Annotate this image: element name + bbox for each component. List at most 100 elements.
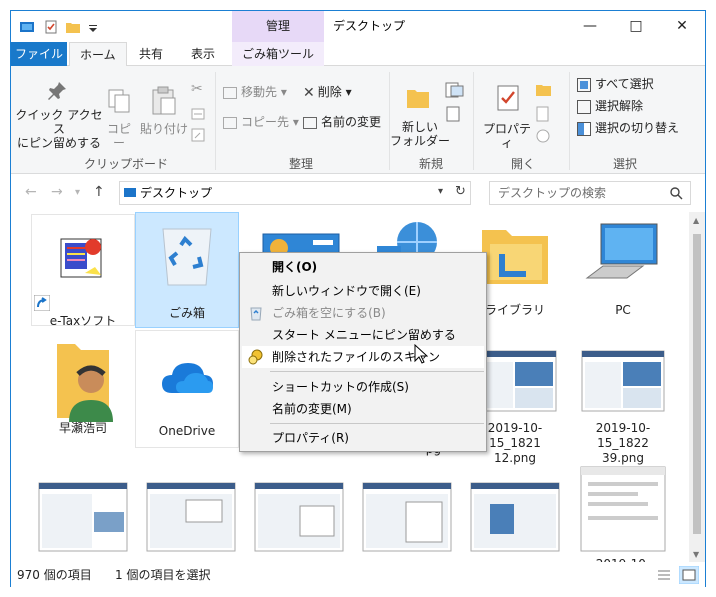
item-label: 2019-10-15_1822 39.png [595, 421, 651, 465]
screenshot-thumbnail-icon [362, 482, 452, 552]
menu-item-create-shortcut[interactable]: ショートカットの作成(S) [242, 376, 484, 398]
tab-file[interactable]: ファイル [11, 42, 67, 66]
title-bar: 管理 デスクトップ — □ ✕ [11, 11, 705, 42]
screenshot-thumbnail-icon [470, 482, 560, 552]
large-icons-view-icon[interactable] [679, 566, 699, 584]
list-item[interactable]: 2019-10-15_1824 [139, 468, 243, 562]
menu-separator [270, 423, 484, 424]
list-item[interactable]: 2019-10-15_1827 [571, 462, 675, 562]
open-icon[interactable] [535, 82, 555, 98]
history-icon[interactable] [535, 128, 551, 144]
move-to-icon [223, 86, 237, 99]
edit-icon[interactable] [535, 106, 551, 122]
window-title: デスクトップ [333, 19, 406, 33]
forward-arrow-icon[interactable]: → [51, 184, 63, 200]
details-view-icon[interactable] [657, 569, 671, 581]
copy-path-icon[interactable] [191, 108, 205, 120]
cut-icon[interactable]: ✂ [191, 82, 203, 96]
up-arrow-icon[interactable]: ↑ [93, 184, 105, 200]
tab-home[interactable]: ホーム [69, 42, 127, 67]
scroll-down-icon[interactable]: ▼ [693, 550, 699, 559]
address-dropdown-icon[interactable]: ▾ [438, 186, 443, 197]
tab-view[interactable]: 表示 [181, 42, 225, 66]
item-label: ごみ箱 [168, 306, 205, 320]
context-menu: 開く(O) 新しいウィンドウで開く(E) ごみ箱を空にする(B) スタート メニ… [239, 252, 487, 452]
vertical-scrollbar[interactable]: ▲ ▼ [689, 212, 705, 562]
minimize-button[interactable]: — [567, 11, 613, 42]
ribbon-separator [473, 72, 474, 170]
refresh-icon[interactable]: ↻ [455, 184, 466, 199]
shortcut-arrow-icon [34, 295, 50, 311]
menu-item-rename[interactable]: 名前の変更(M) [242, 398, 484, 420]
list-item[interactable]: e-Taxソフト [31, 214, 135, 328]
properties-icon [497, 85, 519, 111]
select-group-label: 選択 [612, 157, 637, 171]
copy-button[interactable]: コピー [103, 122, 135, 150]
rename-button[interactable]: 名前の変更 [303, 112, 381, 132]
maximize-button[interactable]: □ [613, 11, 659, 42]
properties-button[interactable]: プロパティ [479, 122, 535, 150]
screenshot-thumbnail-icon [580, 466, 666, 552]
item-label: 2019-10-15_1823 [31, 561, 135, 562]
organize-group-label: 整理 [288, 157, 313, 171]
ribbon: クイック アクセス にピン留めする コピー 貼り付け ✂ クリップボード 移動先… [11, 66, 705, 174]
window-icon[interactable] [19, 19, 35, 35]
menu-item-properties[interactable]: プロパティ(R) [242, 427, 484, 449]
list-item[interactable]: 2019-10-15_1822 39.png [571, 330, 675, 465]
close-button[interactable]: ✕ [659, 11, 705, 42]
paste-button[interactable]: 貼り付け [139, 122, 189, 136]
copy-to-icon [223, 116, 237, 129]
status-bar: 970 個の項目 1 個の項目を選択 [11, 563, 705, 587]
new-item-icon[interactable] [445, 82, 465, 98]
pc-icon [585, 223, 658, 279]
delete-x-icon: ✕ [303, 84, 315, 101]
select-none-icon [577, 99, 591, 114]
list-item[interactable]: 早瀬浩司 [31, 330, 135, 448]
menu-item-empty-recycle-bin[interactable]: ごみ箱を空にする(B) [242, 302, 484, 324]
pin-quick-access-button[interactable]: クイック アクセス にピン留めする [15, 108, 103, 150]
empty-recycle-bin-icon [250, 307, 262, 321]
search-input[interactable]: デスクトップの検索 [489, 181, 691, 205]
tab-recycle-bin-tools[interactable]: ごみ箱ツール [232, 42, 324, 66]
scrollbar-thumb[interactable] [693, 234, 701, 534]
recent-locations-icon[interactable]: ▾ [75, 187, 80, 198]
list-item[interactable]: 2019-10-15_1825 [355, 468, 459, 562]
scroll-up-icon[interactable]: ▲ [693, 216, 699, 225]
menu-item-pin-start[interactable]: スタート メニューにピン留めする [242, 324, 484, 346]
address-input[interactable]: デスクトップ ▾ ↻ [119, 181, 471, 205]
select-none-button[interactable]: 選択解除 [577, 96, 643, 116]
customize-qat-icon[interactable] [85, 19, 101, 35]
menu-separator [270, 371, 484, 372]
delete-button[interactable]: ✕ 削除 ▾ [303, 82, 352, 102]
list-item[interactable]: 2019-10-15_1824 [247, 468, 351, 562]
menu-item-scan-deleted-files[interactable]: 削除されたファイルのスキャン [242, 346, 484, 368]
address-bar-row: ← → ▾ ↑ デスクトップ ▾ ↻ デスクトップの検索 [11, 174, 705, 212]
item-label: e-Taxソフト [49, 314, 117, 328]
list-item[interactable]: 2019-10-15_1823 [31, 468, 135, 562]
invert-selection-button[interactable]: 選択の切り替え [577, 118, 679, 138]
ribbon-tabs: ファイル ホーム 共有 表示 ごみ箱ツール [11, 42, 705, 67]
list-item[interactable]: ごみ箱 [135, 212, 239, 328]
manage-context-tab[interactable]: 管理 [232, 11, 324, 42]
copy-to-button[interactable]: コピー先 ▾ [223, 112, 299, 132]
list-item[interactable]: PC [571, 214, 675, 328]
list-item[interactable]: OneDrive [135, 330, 239, 448]
select-all-button[interactable]: すべて選択 [577, 74, 654, 94]
item-label: 2019-10-15_1826 [463, 561, 567, 562]
paste-shortcut-icon[interactable] [191, 128, 205, 142]
search-placeholder: デスクトップの検索 [498, 186, 607, 200]
screenshot-thumbnail-icon [38, 482, 128, 552]
move-to-button[interactable]: 移動先 ▾ [223, 82, 287, 102]
back-arrow-icon[interactable]: ← [25, 184, 37, 200]
tab-share[interactable]: 共有 [129, 42, 173, 66]
list-item[interactable]: 2019-10-15_1826 [463, 468, 567, 562]
item-label: 2019-10-15_1824 [139, 561, 243, 562]
copy-icon [108, 89, 130, 113]
new-folder-quick-icon[interactable] [65, 19, 81, 35]
screenshot-thumbnail-icon [581, 350, 665, 412]
properties-quick-icon[interactable] [43, 19, 59, 35]
new-folder-button[interactable]: 新しい フォルダー [389, 120, 451, 148]
menu-item-open-new-window[interactable]: 新しいウィンドウで開く(E) [242, 280, 484, 302]
menu-item-open[interactable]: 開く(O) [242, 256, 484, 278]
new-folder-icon [407, 90, 429, 108]
